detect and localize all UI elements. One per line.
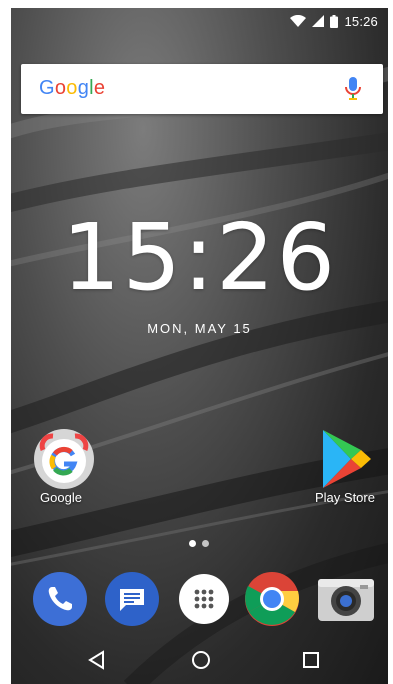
app-play-store[interactable]: Play Store bbox=[305, 428, 385, 505]
google-search-bar[interactable]: Google bbox=[21, 64, 383, 114]
status-time: 15:26 bbox=[344, 13, 378, 29]
status-bar: 15:26 bbox=[11, 8, 388, 34]
page-indicator bbox=[189, 540, 209, 547]
page-dot-active bbox=[189, 540, 196, 547]
recents-icon[interactable] bbox=[299, 648, 323, 672]
clock-time[interactable]: 15:26 bbox=[11, 208, 388, 308]
play-store-icon bbox=[317, 428, 373, 488]
google-app-icon bbox=[33, 428, 94, 489]
phone-icon[interactable] bbox=[32, 571, 88, 627]
dock bbox=[11, 566, 388, 636]
chrome-icon[interactable] bbox=[244, 571, 300, 627]
google-logo: Google bbox=[39, 77, 106, 99]
navigation-bar bbox=[11, 636, 388, 684]
signal-icon bbox=[312, 15, 325, 27]
wifi-icon bbox=[290, 15, 307, 27]
battery-icon bbox=[330, 14, 339, 28]
mic-icon[interactable] bbox=[345, 77, 361, 101]
page-dot bbox=[202, 540, 209, 547]
back-icon[interactable] bbox=[85, 648, 109, 672]
clock-date[interactable]: MON, MAY 15 bbox=[11, 321, 388, 336]
home-screen: 15:26 Google 15:26 MON, MAY 15 Google Pl… bbox=[11, 8, 388, 684]
app-drawer-icon[interactable] bbox=[176, 571, 232, 627]
app-label: Google bbox=[40, 490, 82, 505]
app-google[interactable]: Google bbox=[21, 428, 101, 505]
messages-icon[interactable] bbox=[104, 571, 160, 627]
app-label: Play Store bbox=[315, 490, 375, 505]
home-icon[interactable] bbox=[189, 648, 213, 672]
camera-icon[interactable] bbox=[316, 571, 374, 627]
